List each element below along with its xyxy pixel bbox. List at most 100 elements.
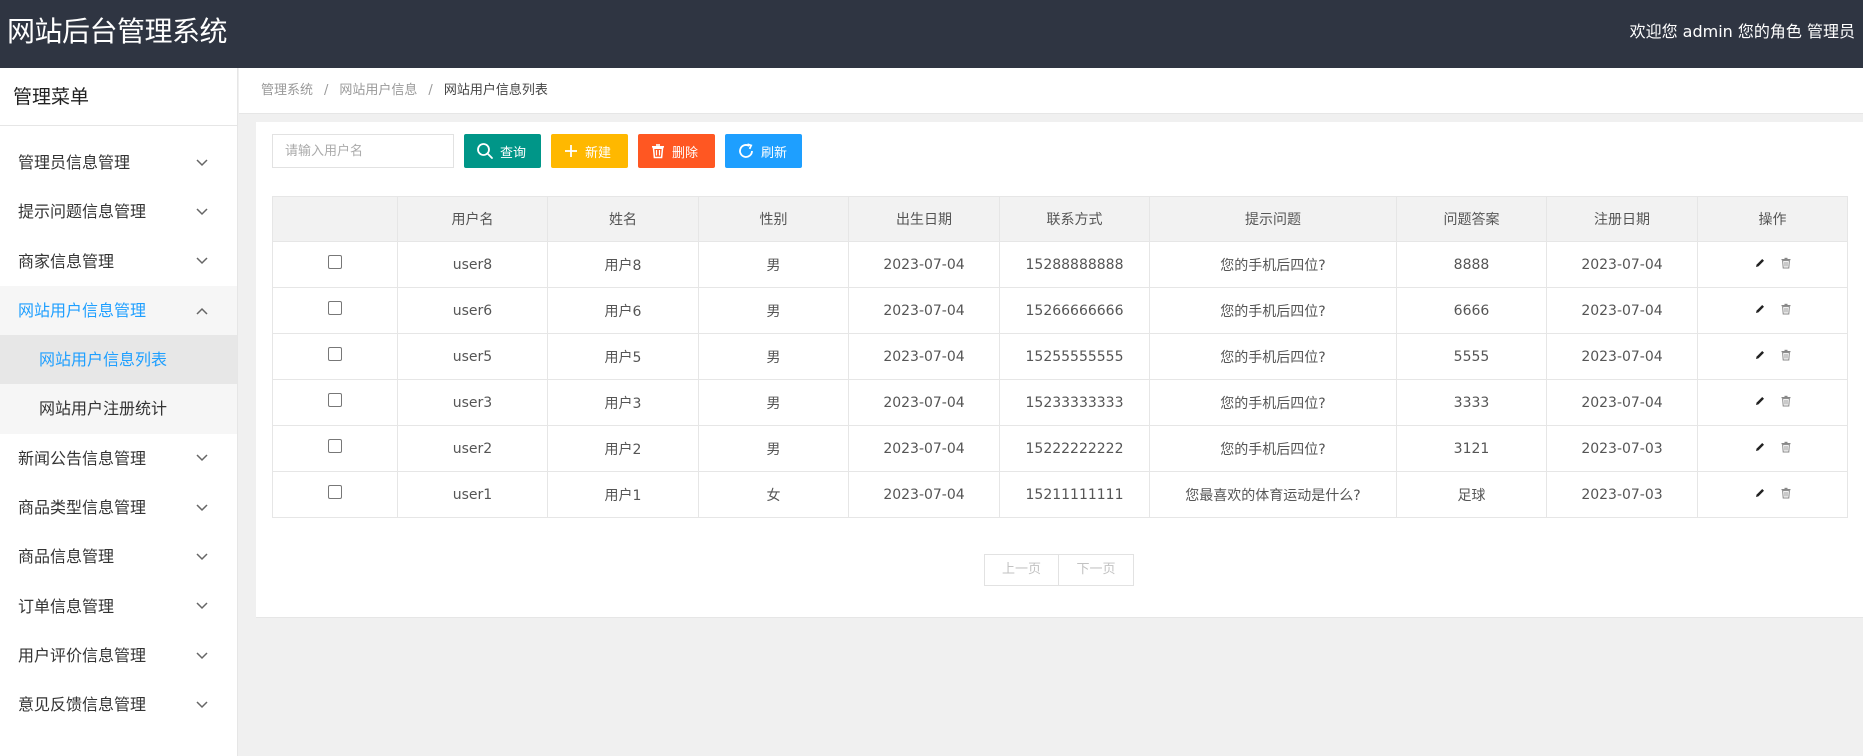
table-cell: 用户8 <box>547 241 699 288</box>
table-cell: 2023-07-04 <box>1546 241 1698 288</box>
trash-icon <box>652 144 664 159</box>
sidebar-subitem[interactable]: 网站用户信息列表 <box>0 335 237 385</box>
sidebar-item-label: 订单信息管理 <box>18 596 115 616</box>
delete-icon[interactable] <box>1780 303 1792 315</box>
table-cell: 6666 <box>1396 287 1547 334</box>
table-row: user3 用户3 男 2023-07-04 15233333333 您的手机后四位? 33… <box>272 379 1848 426</box>
sidebar-item-chevron <box>195 187 209 236</box>
row-select-cell <box>272 471 398 518</box>
sidebar: 管理菜单 管理员信息管理 提示问题信息管理 商家信息管理 网站用户信息管理 网站用户信息… <box>0 68 238 756</box>
table-cell: user3 <box>397 379 548 426</box>
sidebar-item-chevron <box>195 631 209 680</box>
row-checkbox[interactable] <box>328 392 342 407</box>
chevron-down-icon <box>196 454 208 462</box>
breadcrumb-item[interactable]: 网站用户信息 <box>339 83 417 98</box>
row-checkbox[interactable] <box>328 346 342 361</box>
query-button[interactable]: 查询 <box>464 134 541 168</box>
delete-button[interactable]: 删除 <box>638 134 715 168</box>
row-checkbox[interactable] <box>328 438 342 453</box>
sidebar-item-label: 网站用户信息管理 <box>18 300 147 320</box>
sidebar-item[interactable]: 新闻公告信息管理 <box>0 434 237 483</box>
sidebar-item[interactable]: 意见反馈信息管理 <box>0 680 237 729</box>
table-row: user6 用户6 男 2023-07-04 15266666666 您的手机后四位? 66… <box>272 287 1848 334</box>
search-icon <box>477 143 493 159</box>
sidebar-item-chevron <box>195 483 209 532</box>
delete-icon[interactable] <box>1780 441 1792 453</box>
table-cell: 8888 <box>1396 241 1547 288</box>
table-header-row: 用户名 姓名 性别 出生日期 联系方式 提示问题 问题答案 注册日期 操作 <box>272 196 1848 242</box>
row-actions-cell <box>1697 425 1848 472</box>
row-actions <box>1754 349 1792 361</box>
breadcrumb-item[interactable]: 管理系统 <box>261 83 313 98</box>
row-actions <box>1754 487 1792 499</box>
sidebar-item-chevron <box>195 237 209 286</box>
welcome-text: 欢迎您 admin 您的角色 管理员 <box>1629 22 1855 41</box>
sidebar-item-chevron <box>195 138 209 187</box>
next-page-button[interactable]: 下一页 <box>1059 554 1134 586</box>
delete-icon[interactable] <box>1780 349 1792 361</box>
table-cell: 2023-07-04 <box>848 287 1000 334</box>
sidebar-item-chevron <box>195 680 209 729</box>
row-select-cell <box>272 241 398 288</box>
chevron-down-icon <box>196 208 208 215</box>
table-cell: 男 <box>698 333 849 380</box>
sidebar-item[interactable]: 商家信息管理 <box>0 237 237 286</box>
top-header: 网站后台管理系统 欢迎您 admin 您的角色 管理员 <box>0 0 1863 68</box>
table-cell: 您的手机后四位? <box>1149 379 1397 426</box>
table-cell: 您的手机后四位? <box>1149 287 1397 334</box>
prev-page-button[interactable]: 上一页 <box>984 554 1059 586</box>
table-cell: user2 <box>397 425 548 472</box>
sidebar-item[interactable]: 提示问题信息管理 <box>0 187 237 236</box>
sidebar-item-label: 商品类型信息管理 <box>18 498 147 518</box>
delete-icon[interactable] <box>1780 257 1792 269</box>
edit-icon[interactable] <box>1754 349 1766 361</box>
row-checkbox[interactable] <box>328 254 342 269</box>
sidebar-item-label: 用户评价信息管理 <box>18 645 147 665</box>
sidebar-item[interactable]: 网站用户信息管理 <box>0 285 237 336</box>
table-row: user1 用户1 女 2023-07-04 15211111111 您最喜欢的体育运动是… <box>272 471 1848 518</box>
table-cell: 您的手机后四位? <box>1149 333 1397 380</box>
delete-icon[interactable] <box>1780 395 1792 407</box>
table-cell: 2023-07-04 <box>848 471 1000 518</box>
row-actions <box>1754 395 1792 407</box>
row-checkbox[interactable] <box>328 300 342 315</box>
row-actions <box>1754 303 1792 315</box>
sidebar-item[interactable]: 用户评价信息管理 <box>0 631 237 680</box>
table-cell: 2023-07-04 <box>1546 379 1698 426</box>
table-cell: 男 <box>698 379 849 426</box>
table-cell: 2023-07-03 <box>1546 471 1698 518</box>
edit-icon[interactable] <box>1754 487 1766 499</box>
table-cell: 15222222222 <box>999 425 1150 472</box>
table-row: user5 用户5 男 2023-07-04 15255555555 您的手机后四位? 55… <box>272 333 1848 380</box>
content-panel: 查询 新建 删除 刷新 用户名姓名性别出生日期联系方式提示问题问题答案注册日期操… <box>256 122 1863 618</box>
sidebar-item[interactable]: 商品类型信息管理 <box>0 483 237 532</box>
new-button[interactable]: 新建 <box>551 134 628 168</box>
edit-icon[interactable] <box>1754 257 1766 269</box>
table-cell: 用户5 <box>547 333 699 380</box>
sidebar-item[interactable]: 管理员信息管理 <box>0 138 237 187</box>
edit-icon[interactable] <box>1754 303 1766 315</box>
edit-icon[interactable] <box>1754 441 1766 453</box>
sidebar-subitem[interactable]: 网站用户注册统计 <box>0 384 237 434</box>
edit-icon[interactable] <box>1754 395 1766 407</box>
table-cell: 2023-07-04 <box>848 333 1000 380</box>
chevron-down-icon <box>196 602 208 610</box>
breadcrumb-current: 网站用户信息列表 <box>443 83 548 98</box>
search-input[interactable] <box>272 134 454 168</box>
row-select-cell <box>272 425 398 472</box>
table-cell: 您的手机后四位? <box>1149 241 1397 288</box>
sidebar-item-label: 商品信息管理 <box>18 547 115 567</box>
pager: 上一页 下一页 <box>984 554 1134 586</box>
table-cell: 用户3 <box>547 379 699 426</box>
sidebar-item-label: 意见反馈信息管理 <box>18 695 147 715</box>
table-cell: 用户1 <box>547 471 699 518</box>
refresh-button[interactable]: 刷新 <box>725 134 802 168</box>
sidebar-item[interactable]: 商品信息管理 <box>0 532 237 581</box>
delete-icon[interactable] <box>1780 487 1792 499</box>
column-header: 问题答案 <box>1396 196 1547 242</box>
row-checkbox[interactable] <box>328 484 342 499</box>
table-cell: 女 <box>698 471 849 518</box>
sidebar-item-chevron <box>195 582 209 631</box>
column-header <box>272 196 398 242</box>
sidebar-item[interactable]: 订单信息管理 <box>0 582 237 631</box>
